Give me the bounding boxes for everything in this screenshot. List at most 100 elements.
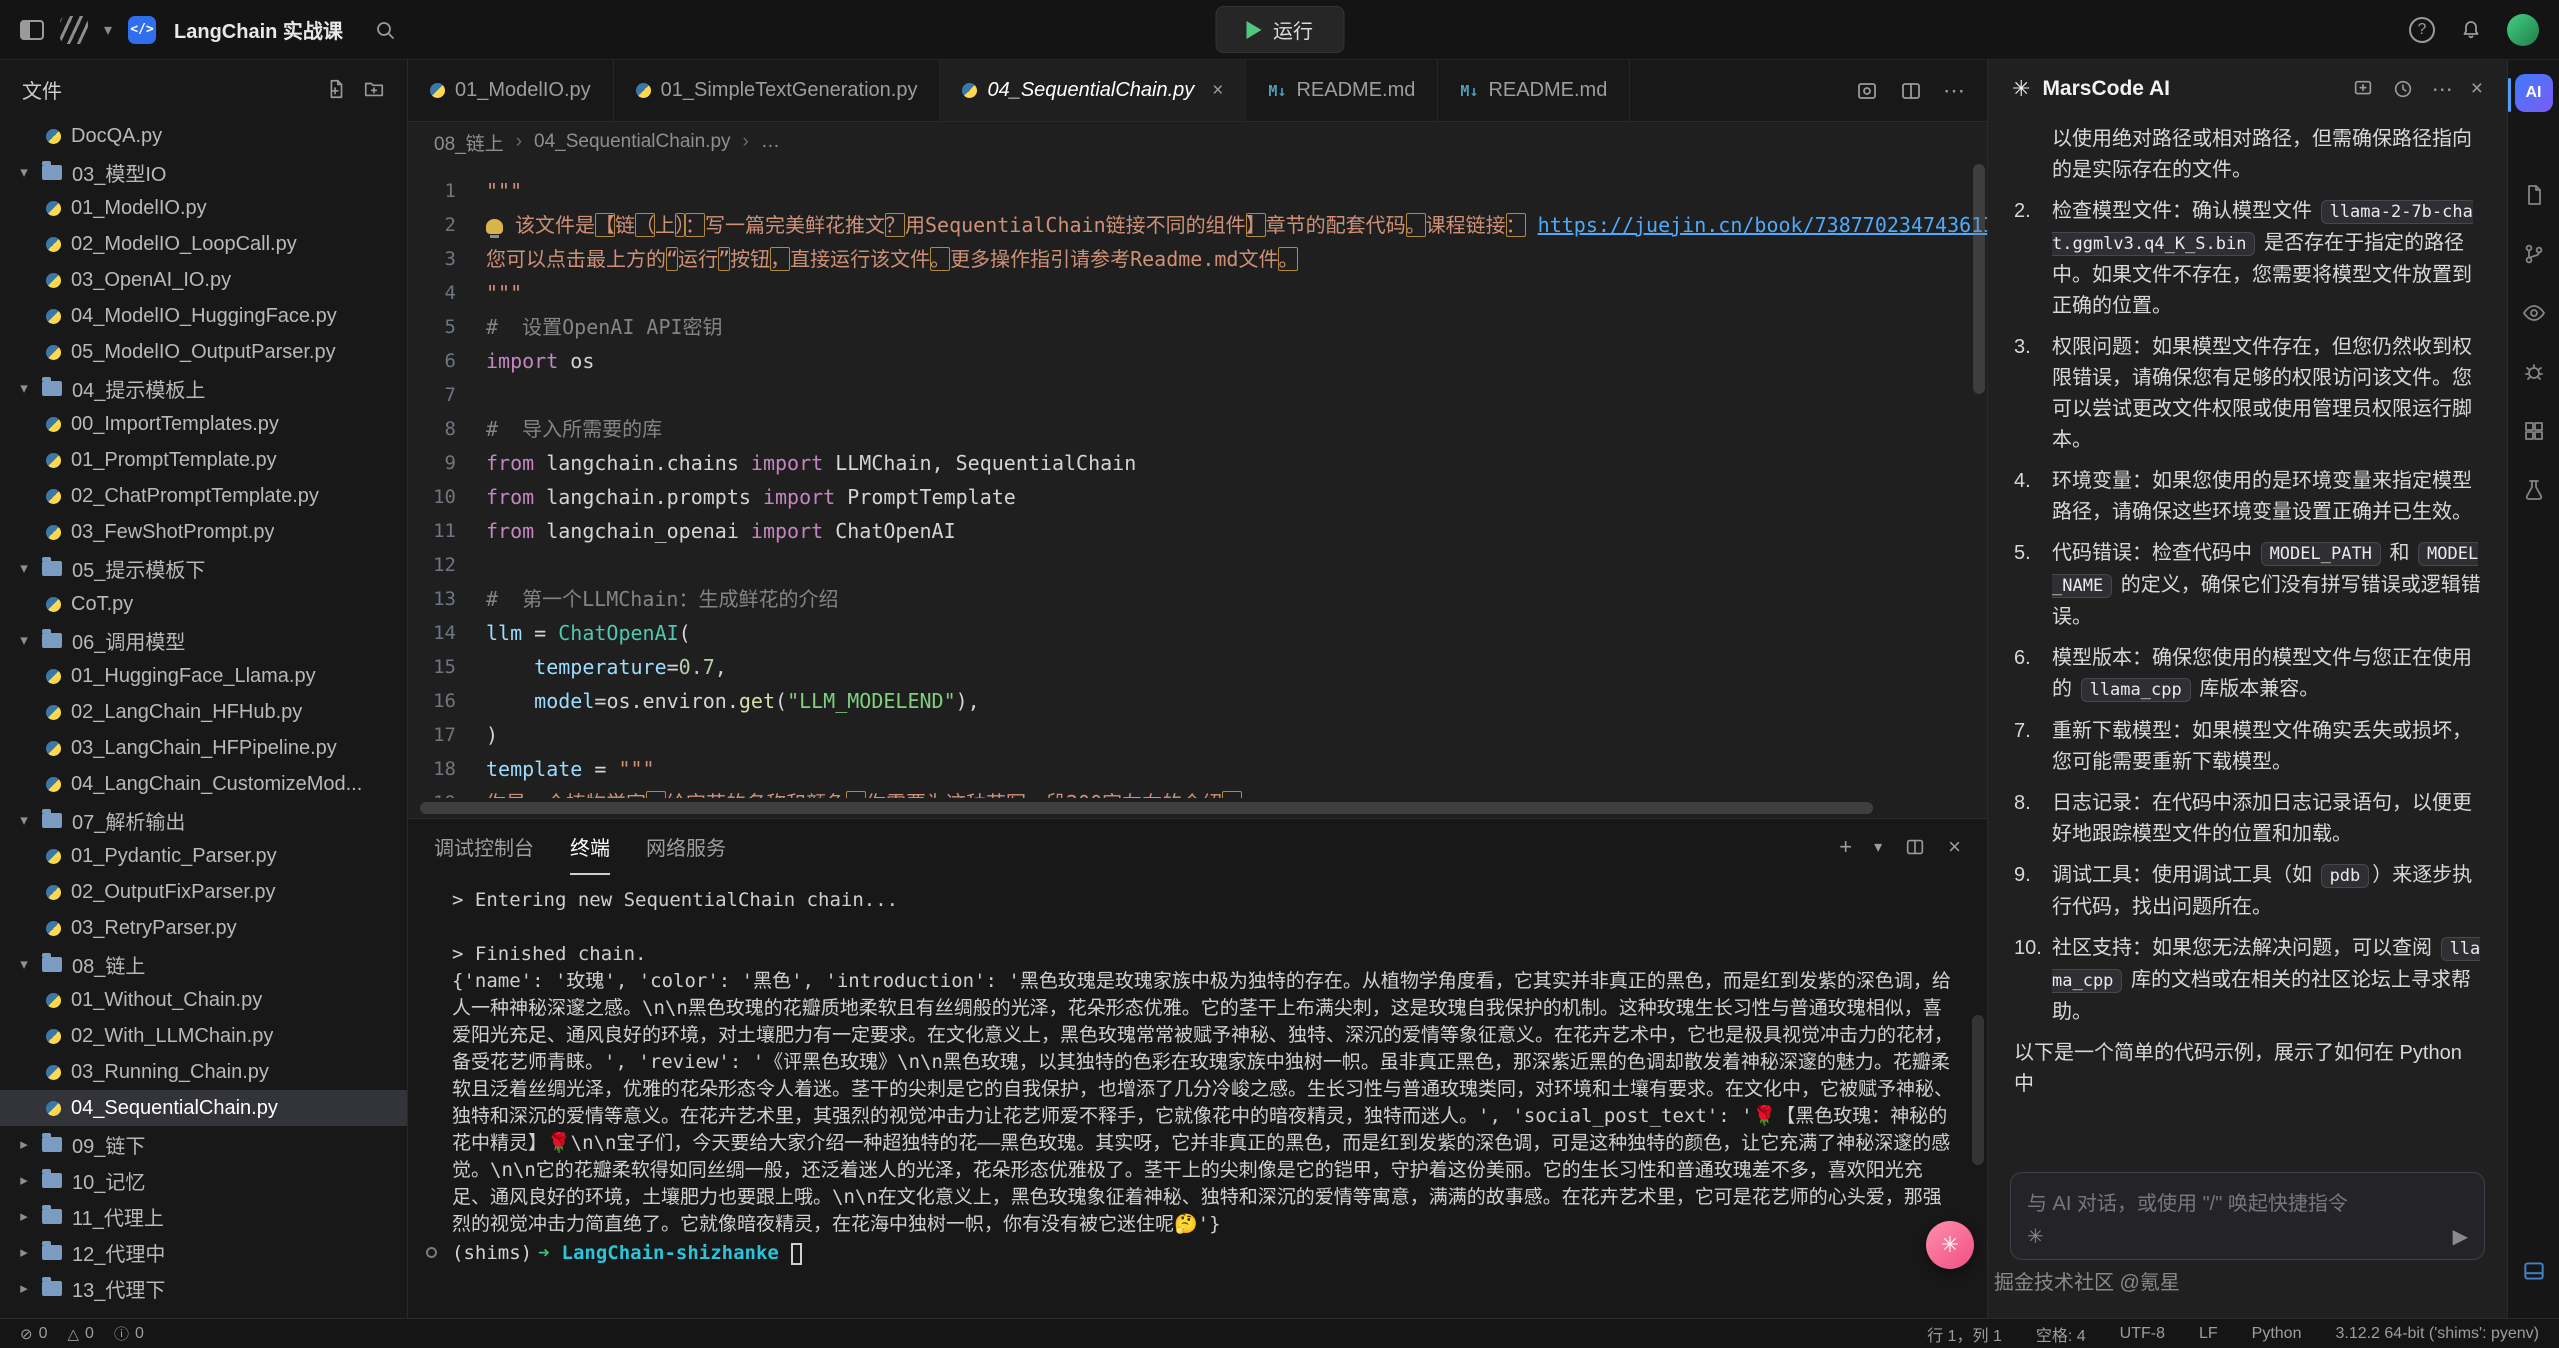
editor-tab[interactable]: 01_ModelIO.py xyxy=(408,60,614,121)
vertical-scrollbar[interactable] xyxy=(1973,164,1985,394)
status-item[interactable]: Python xyxy=(2252,1322,2302,1346)
tree-folder-item[interactable]: ▾08_链上 xyxy=(0,946,407,982)
folder-icon xyxy=(42,633,62,648)
status-errors[interactable]: ⊘0 xyxy=(20,1323,47,1344)
source-control-icon[interactable] xyxy=(2522,242,2546,271)
bell-icon[interactable] xyxy=(2459,18,2483,42)
tree-file-item[interactable]: 00_ImportTemplates.py xyxy=(0,406,407,442)
history-icon[interactable] xyxy=(2392,78,2414,100)
app-logo-icon[interactable] xyxy=(60,16,88,44)
scrollbar-thumb[interactable] xyxy=(420,802,1873,814)
status-item[interactable]: 空格: 4 xyxy=(2036,1322,2086,1346)
tree-file-item[interactable]: 03_RetryParser.py xyxy=(0,910,407,946)
ai-assistant-button[interactable]: AI xyxy=(2515,74,2553,112)
sidebar-toggle-icon[interactable] xyxy=(20,20,44,40)
status-item[interactable]: LF xyxy=(2199,1322,2218,1346)
breadcrumb-item[interactable]: 08_链上 xyxy=(434,129,504,156)
editor-tab[interactable]: 01_SimpleTextGeneration.py xyxy=(614,60,941,121)
test-icon[interactable] xyxy=(2522,478,2546,507)
terminal-scrollbar[interactable] xyxy=(1972,1015,1984,1165)
status-item[interactable]: 行 1，列 1 xyxy=(1927,1322,2002,1346)
status-infos[interactable]: ⓘ0 xyxy=(114,1323,144,1344)
tree-file-item[interactable]: 02_With_LLMChain.py xyxy=(0,1018,407,1054)
status-item[interactable]: UTF-8 xyxy=(2120,1322,2165,1346)
status-warnings[interactable]: △0 xyxy=(67,1323,93,1344)
more-actions-icon[interactable]: ⋯ xyxy=(1943,78,1965,104)
extensions-icon[interactable] xyxy=(2522,419,2546,448)
new-chat-icon[interactable] xyxy=(2352,78,2374,100)
tree-file-item[interactable]: 01_PromptTemplate.py xyxy=(0,442,407,478)
tree-folder-item[interactable]: ▸12_代理中 xyxy=(0,1234,407,1270)
tree-file-item[interactable]: DocQA.py xyxy=(0,118,407,154)
help-icon[interactable]: ? xyxy=(2409,17,2435,43)
preview-icon[interactable] xyxy=(2522,301,2546,330)
close-panel-icon[interactable]: × xyxy=(1948,834,1961,860)
tree-folder-item[interactable]: ▾04_提示模板上 xyxy=(0,370,407,406)
tree-folder-item[interactable]: ▾05_提示模板下 xyxy=(0,550,407,586)
tree-file-item[interactable]: 03_OpenAI_IO.py xyxy=(0,262,407,298)
tree-file-item[interactable]: 02_ChatPromptTemplate.py xyxy=(0,478,407,514)
close-icon[interactable]: × xyxy=(1212,80,1223,102)
tree-folder-item[interactable]: ▸09_链下 xyxy=(0,1126,407,1162)
open-preview-icon[interactable] xyxy=(1855,79,1879,103)
docs-icon[interactable] xyxy=(2522,183,2546,212)
new-folder-icon[interactable] xyxy=(363,78,385,100)
user-avatar[interactable] xyxy=(2507,14,2539,46)
close-icon[interactable]: × xyxy=(2471,77,2483,101)
tree-file-item[interactable]: 02_OutputFixParser.py xyxy=(0,874,407,910)
chevron-down-icon[interactable]: ▾ xyxy=(104,20,112,40)
prompt-decoration-icon xyxy=(426,1247,437,1258)
editor-tab[interactable]: 04_SequentialChain.py× xyxy=(940,60,1246,121)
terminal-dropdown-icon[interactable]: ▾ xyxy=(1874,837,1882,857)
editor-tab[interactable]: M↓README.md xyxy=(1438,60,1630,121)
split-panel-icon[interactable] xyxy=(1904,836,1926,858)
tree-file-item[interactable]: 04_LangChain_CustomizeMod... xyxy=(0,766,407,802)
lightbulb-icon[interactable] xyxy=(486,219,503,234)
project-name[interactable]: LangChain 实战课 xyxy=(174,15,343,44)
tree-file-item[interactable]: 03_Running_Chain.py xyxy=(0,1054,407,1090)
debug-icon[interactable] xyxy=(2522,360,2546,389)
tree-file-item[interactable]: 01_Pydantic_Parser.py xyxy=(0,838,407,874)
search-icon[interactable] xyxy=(373,18,397,42)
tree-folder-item[interactable]: ▸10_记忆 xyxy=(0,1162,407,1198)
editor-tab[interactable]: M↓README.md xyxy=(1246,60,1438,121)
ai-chat-input[interactable]: 与 AI 对话，或使用 "/" 唤起快捷指令 ✳ ▶ xyxy=(2010,1172,2485,1260)
status-item[interactable]: 3.12.2 64-bit ('shims': pyenv) xyxy=(2335,1322,2539,1346)
tree-folder-item[interactable]: ▸11_代理上 xyxy=(0,1198,407,1234)
tree-folder-item[interactable]: ▸13_代理下 xyxy=(0,1270,407,1306)
new-terminal-icon[interactable]: + xyxy=(1839,834,1852,860)
right-activity-bar: AI xyxy=(2507,60,2559,1318)
tree-folder-item[interactable]: ▾07_解析输出 xyxy=(0,802,407,838)
tree-file-item[interactable]: 01_HuggingFace_Llama.py xyxy=(0,658,407,694)
terminal-prompt[interactable]: (shims)➜LangChain-shizhanke xyxy=(452,1240,1959,1267)
panel-tab[interactable]: 调试控制台 xyxy=(434,819,534,875)
marscode-floating-button[interactable]: ✳ xyxy=(1926,1221,1974,1269)
tree-folder-item[interactable]: ▾03_模型IO xyxy=(0,154,407,190)
panel-layout-icon[interactable] xyxy=(2521,1258,2547,1289)
split-editor-icon[interactable] xyxy=(1899,79,1923,103)
tree-file-item[interactable]: 02_LangChain_HFHub.py xyxy=(0,694,407,730)
tree-file-item[interactable]: 03_LangChain_HFPipeline.py xyxy=(0,730,407,766)
panel-tab[interactable]: 终端 xyxy=(570,819,610,875)
breadcrumb-item[interactable]: … xyxy=(761,131,780,153)
new-file-icon[interactable] xyxy=(325,78,347,100)
tree-file-item[interactable]: 02_ModelIO_LoopCall.py xyxy=(0,226,407,262)
tree-file-item[interactable]: 05_ModelIO_OutputParser.py xyxy=(0,334,407,370)
send-icon[interactable]: ▶ xyxy=(2453,1224,2468,1249)
chevron-right-icon: ▸ xyxy=(16,1243,32,1261)
tree-file-item[interactable]: 04_SequentialChain.py xyxy=(0,1090,407,1126)
code-editor[interactable]: 1"""2该文件是【链（上）：写一篇完美鲜花推文？用SequentialChai… xyxy=(408,162,1987,818)
tree-file-item[interactable]: 01_ModelIO.py xyxy=(0,190,407,226)
terminal[interactable]: > Entering new SequentialChain chain... … xyxy=(408,875,1987,1318)
tree-file-item[interactable]: 04_ModelIO_HuggingFace.py xyxy=(0,298,407,334)
tree-item-label: 08_链上 xyxy=(72,950,145,979)
more-options-icon[interactable]: ⋯ xyxy=(2432,77,2453,102)
run-button[interactable]: 运行 xyxy=(1215,6,1344,53)
tree-file-item[interactable]: 03_FewShotPrompt.py xyxy=(0,514,407,550)
breadcrumb-item[interactable]: 04_SequentialChain.py xyxy=(534,131,731,153)
tree-folder-item[interactable]: ▾06_调用模型 xyxy=(0,622,407,658)
horizontal-scrollbar[interactable] xyxy=(408,798,1987,818)
panel-tab[interactable]: 网络服务 xyxy=(646,819,726,875)
tree-file-item[interactable]: CoT.py xyxy=(0,586,407,622)
tree-file-item[interactable]: 01_Without_Chain.py xyxy=(0,982,407,1018)
